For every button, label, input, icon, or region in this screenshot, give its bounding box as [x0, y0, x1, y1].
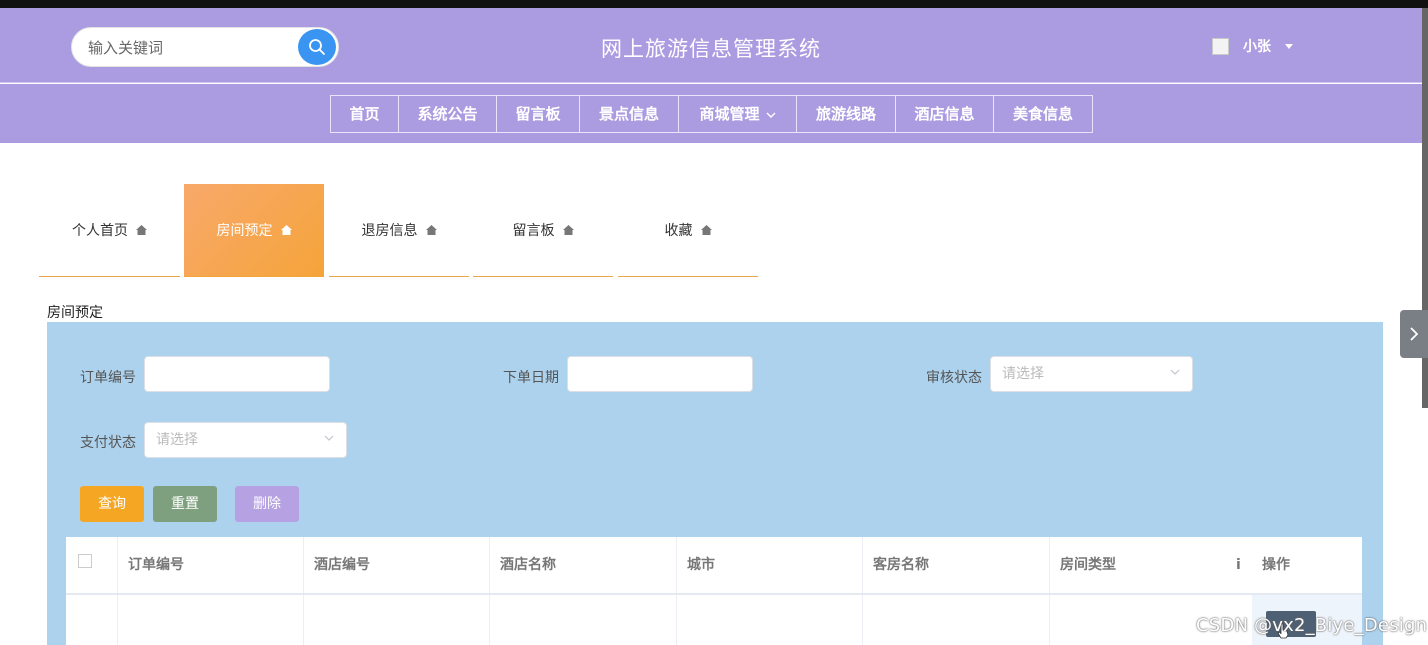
home-icon — [700, 225, 712, 235]
pay-status-label: 支付状态 — [80, 435, 136, 451]
nav-item-food[interactable]: 美食信息 — [994, 96, 1092, 132]
table-cell — [304, 595, 490, 645]
avatar-icon[interactable] — [1212, 37, 1229, 55]
tab-message-board[interactable]: 留言板 — [473, 184, 613, 277]
nav-item-home[interactable]: 首页 — [331, 96, 399, 132]
table-cell — [677, 595, 863, 645]
tab-favorites[interactable]: 收藏 — [618, 184, 758, 277]
home-icon — [136, 225, 147, 235]
top-border — [0, 0, 1428, 8]
col-truncated: i — [1236, 557, 1241, 573]
username[interactable]: 小张 — [1243, 36, 1271, 56]
col-hotel-no: 酒店编号 — [304, 537, 490, 593]
nav-item-mall-label: 商城管理 — [699, 105, 760, 123]
table-cell — [490, 595, 677, 645]
nav-item-message-board[interactable]: 留言板 — [497, 96, 580, 132]
user-menu[interactable]: 小张 — [1212, 36, 1293, 56]
main-navbar: 首页 系统公告 留言板 景点信息 商城管理 旅游线路 酒店信息 美食信息 — [0, 84, 1422, 143]
audit-status-label: 审核状态 — [926, 370, 982, 386]
table-header: 订单编号 酒店编号 酒店名称 城市 客房名称 房间类型 i 操作 — [66, 537, 1362, 595]
col-city: 城市 — [677, 537, 863, 593]
col-room-name: 客房名称 — [863, 537, 1050, 593]
delete-button[interactable]: 删除 — [235, 486, 299, 522]
nav-item-announcements[interactable]: 系统公告 — [399, 96, 497, 132]
query-button[interactable]: 查询 — [80, 486, 144, 522]
table-row[interactable] — [66, 595, 1362, 645]
booking-panel: 订单编号 下单日期 审核状态 请选择 支付状态 请选择 查询 重置 删除 订单编… — [47, 322, 1383, 645]
col-hotel-name: 酒店名称 — [490, 537, 677, 593]
table-cell — [863, 595, 1050, 645]
select-all-checkbox[interactable] — [78, 554, 92, 568]
chevron-down-icon — [1170, 369, 1180, 375]
table-cell — [118, 595, 304, 645]
order-date-label: 下单日期 — [503, 370, 559, 386]
order-no-label: 订单编号 — [80, 370, 136, 386]
tab-label: 房间预定 — [216, 223, 273, 239]
home-icon — [425, 225, 437, 235]
col-room-type: 房间类型 — [1060, 557, 1116, 573]
home-icon — [562, 225, 574, 235]
tab-label: 个人首页 — [72, 223, 128, 239]
chevron-down-icon — [766, 112, 775, 118]
chevron-down-icon — [324, 435, 334, 441]
tab-personal-home[interactable]: 个人首页 — [39, 184, 180, 277]
tab-checkout-info[interactable]: 退房信息 — [329, 184, 469, 277]
order-date-input[interactable] — [567, 356, 753, 392]
audit-status-placeholder: 请选择 — [1002, 366, 1044, 382]
tab-room-booking[interactable]: 房间预定 — [184, 184, 324, 277]
side-expand-button[interactable] — [1400, 310, 1428, 358]
home-icon — [280, 225, 292, 235]
order-no-input[interactable] — [144, 356, 330, 392]
watermark: CSDN @vx2_Biye_Design — [1196, 615, 1428, 636]
reset-button[interactable]: 重置 — [153, 486, 217, 522]
tab-label: 留言板 — [512, 223, 555, 239]
nav-item-hotels[interactable]: 酒店信息 — [896, 96, 994, 132]
tab-label: 退房信息 — [361, 223, 418, 239]
row-checkbox-cell[interactable] — [66, 595, 118, 645]
audit-status-select[interactable]: 请选择 — [990, 356, 1193, 392]
nav-item-mall[interactable]: 商城管理 — [679, 96, 797, 132]
site-title: 网上旅游信息管理系统 — [601, 37, 821, 61]
section-title: 房间预定 — [47, 305, 103, 321]
nav-item-travel-routes[interactable]: 旅游线路 — [797, 96, 896, 132]
col-order-no: 订单编号 — [118, 537, 304, 593]
pay-status-placeholder: 请选择 — [156, 432, 198, 448]
col-actions: 操作 — [1262, 557, 1290, 573]
nav-item-scenic-spots[interactable]: 景点信息 — [580, 96, 679, 132]
select-all-cell — [66, 537, 118, 593]
pay-status-select[interactable]: 请选择 — [144, 422, 347, 458]
site-header: 网上旅游信息管理系统 小张 — [0, 8, 1422, 83]
tab-label: 收藏 — [664, 223, 693, 239]
nav-menu: 首页 系统公告 留言板 景点信息 商城管理 旅游线路 酒店信息 美食信息 — [330, 95, 1093, 133]
caret-down-icon[interactable] — [1285, 43, 1293, 49]
chevron-right-icon — [1410, 327, 1419, 341]
